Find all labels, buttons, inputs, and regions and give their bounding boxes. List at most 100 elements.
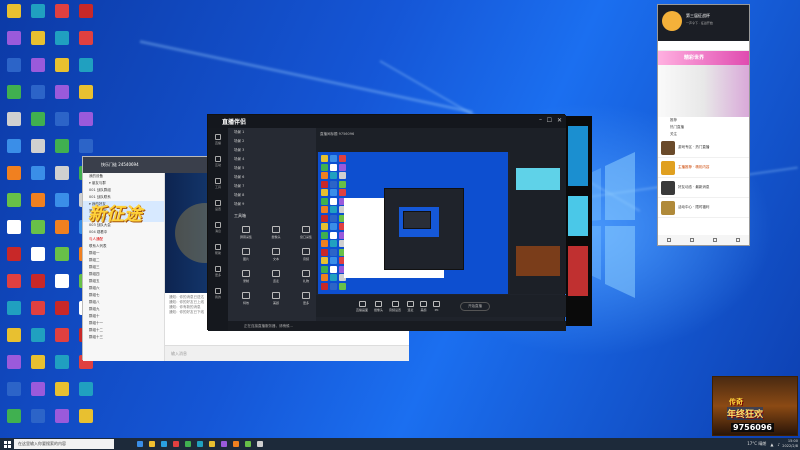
desktop-icon[interactable] [26,2,50,30]
panel-ad-banner[interactable]: 精彩世界 [658,51,749,65]
taskbar-app-icon[interactable] [182,438,194,450]
volume-icon[interactable]: ♪ [777,442,780,447]
chat-list-item[interactable]: 与人通配 [83,236,164,243]
close-icon[interactable]: ✕ [557,117,562,124]
desktop-icon[interactable] [50,272,74,300]
desktop-icon[interactable] [50,164,74,192]
desktop-icon[interactable] [26,110,50,138]
desktop-icon[interactable] [26,137,50,165]
weather-text[interactable]: 17°C 晴朗 [747,441,766,447]
desktop-icon[interactable] [50,137,74,165]
desktop-icon[interactable] [2,380,26,408]
chat-icon[interactable] [690,238,695,242]
tool-button[interactable]: 特效 [232,288,260,308]
scene-item[interactable]: 场景 7 [228,182,316,191]
tool-button[interactable]: 摄像头 [262,222,290,242]
chat-list-item[interactable]: 我的设备 [83,173,164,180]
scene-item[interactable]: 场景 2 [228,137,316,146]
desktop-icon[interactable] [26,272,50,300]
tool-button[interactable]: 礼物 [292,266,320,286]
desktop-icon[interactable] [50,2,74,30]
panel-photo-carousel[interactable] [658,65,749,117]
app-sidebar-item[interactable]: 设置 [208,194,228,216]
desktop-icon[interactable] [74,110,98,138]
app-sidebar-item[interactable]: 消息 [208,216,228,238]
panel-section-row[interactable]: 关注 [658,131,749,138]
taskbar-app-icon[interactable] [146,438,158,450]
chat-input[interactable]: 输入消息 [165,345,409,361]
desktop-icon[interactable] [26,245,50,273]
tool-button[interactable]: 音频 [292,244,320,264]
chat-list-item[interactable]: 群组十一 [83,320,164,327]
scene-item[interactable]: 场景 3 [228,146,316,155]
desktop-icon[interactable] [26,218,50,246]
chat-list-item[interactable]: 群组十三 [83,334,164,341]
chat-list-item[interactable]: 001 战队群组 [83,187,164,194]
tool-button[interactable]: 图片 [232,244,260,264]
desktop-icon[interactable] [26,380,50,408]
desktop-icon[interactable] [50,326,74,354]
desktop-icon[interactable] [50,299,74,327]
desktop-icon[interactable] [74,407,98,435]
settings-icon[interactable] [712,238,717,242]
panel-list-item[interactable]: 活动中心 · 限时福利 [658,198,749,218]
desktop-icon[interactable] [74,2,98,30]
desktop-icon[interactable] [50,353,74,381]
app-sidebar-item[interactable]: 更多 [208,260,228,282]
tool-button[interactable]: 录制 [232,266,260,286]
chat-list-item[interactable]: 群组九 [83,306,164,313]
scene-item[interactable]: 场景 5 [228,164,316,173]
taskbar-app-icon[interactable] [158,438,170,450]
desktop-icon[interactable] [50,56,74,84]
desktop-icon[interactable] [2,407,26,435]
desktop-icon[interactable] [50,191,74,219]
desktop-icon[interactable] [50,218,74,246]
desktop-icon[interactable] [26,326,50,354]
desktop-icon[interactable] [50,110,74,138]
chat-list-item[interactable]: 群组六 [83,285,164,292]
taskbar-app-icon[interactable] [134,438,146,450]
desktop-icon[interactable] [26,29,50,57]
panel-list-item[interactable]: 好友动态 · 最新消息 [658,178,749,198]
scene-item[interactable]: 场景 9 [228,200,316,209]
scene-item[interactable]: 场景 8 [228,191,316,200]
desktop-icon[interactable] [74,29,98,57]
desktop-icon[interactable] [50,83,74,111]
desktop-icon[interactable] [50,380,74,408]
desktop-icon[interactable] [26,407,50,435]
panel-list-item[interactable]: 游戏专区 · 热门直播 [658,138,749,158]
desktop-icon[interactable] [74,56,98,84]
chat-list-item[interactable]: 群组二 [83,257,164,264]
chat-list-item[interactable]: 群组四 [83,271,164,278]
tool-button[interactable]: 屏幕采集 [232,222,260,242]
chat-list-item[interactable]: 群组五 [83,278,164,285]
chat-list-item[interactable]: 群组三 [83,264,164,271]
taskbar-app-icon[interactable] [206,438,218,450]
scene-item[interactable]: 场景 6 [228,173,316,182]
control-button[interactable]: 美颜 [420,300,428,312]
taskbar-app-icon[interactable] [242,438,254,450]
minimize-icon[interactable]: – [539,116,542,123]
maximize-icon[interactable]: ☐ [547,117,552,124]
chat-list-item[interactable]: ▾ 朋友与群 [83,180,164,187]
desktop-icon[interactable] [2,2,26,30]
chat-list-item[interactable]: 004 观看中 [83,229,164,236]
panel-list-item[interactable]: 主播推荐 · 精彩内容 [658,158,749,178]
app-sidebar-item[interactable]: 工具 [208,172,228,194]
scene-item[interactable]: 场景 1 [228,128,316,137]
desktop-icon[interactable] [2,110,26,138]
desktop-icon[interactable] [50,29,74,57]
taskbar-app-icon[interactable] [170,438,182,450]
tool-button[interactable]: 窗口采集 [292,222,320,242]
panel-tabs[interactable] [658,41,749,51]
control-button[interactable]: 直播画面 [356,300,368,312]
desktop-icon[interactable] [2,353,26,381]
taskbar-app-icon[interactable] [230,438,242,450]
app-sidebar-item[interactable]: 我的 [208,282,228,304]
control-button[interactable]: 摄像头 [374,300,383,312]
chat-list-item[interactable]: 群组八 [83,299,164,306]
app-sidebar-item[interactable]: 直播 [208,128,228,150]
desktop-icon[interactable] [2,164,26,192]
menu-icon[interactable] [667,238,672,242]
desktop-icon[interactable] [2,272,26,300]
